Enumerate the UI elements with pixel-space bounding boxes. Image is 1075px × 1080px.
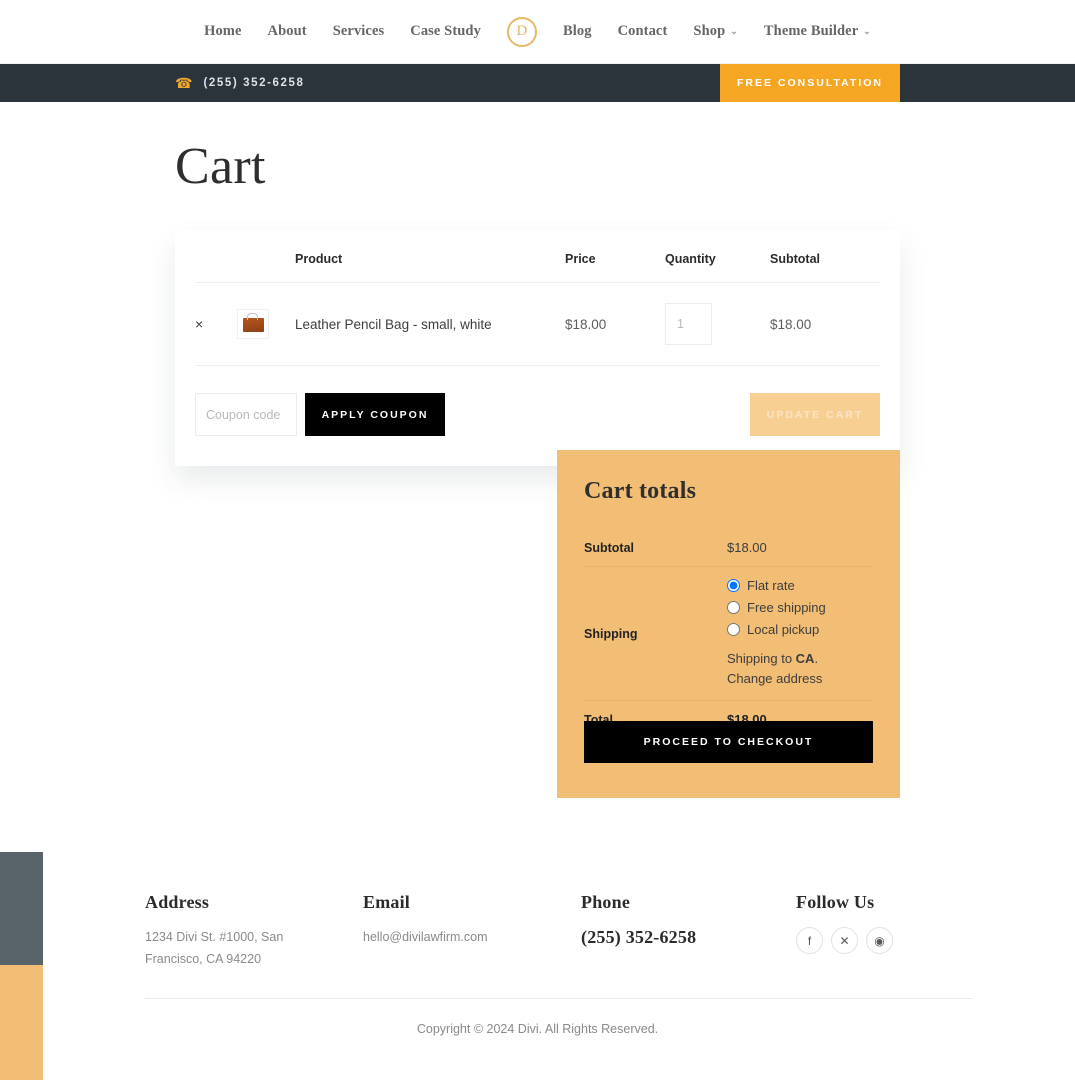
nav-item-blog[interactable]: Blog (550, 23, 605, 40)
header-subtotal: Subtotal (770, 230, 880, 283)
nav-item-services[interactable]: Services (320, 23, 398, 40)
phone-group[interactable]: ☎ (255) 352-6258 (175, 64, 305, 102)
footer-columns: Address 1234 Divi St. #1000, San Francis… (145, 892, 973, 971)
copyright-text: Copyright © 2024 Divi. All Rights Reserv… (0, 1022, 1075, 1036)
shipping-option-free-shipping-label: Free shipping (747, 600, 826, 615)
nav-list: Home About Services Case Study D Blog Co… (191, 17, 884, 47)
nav-item-shop[interactable]: Shop ⌄ (680, 23, 751, 40)
shipping-option-local-pickup[interactable]: Local pickup (727, 622, 873, 637)
shipping-label: Shipping (584, 567, 727, 701)
update-cart-button[interactable]: UPDATE CART (750, 393, 880, 436)
contact-bar: ☎ (255) 352-6258 FREE CONSULTATION (0, 64, 1075, 102)
proceed-to-checkout-button[interactable]: PROCEED TO CHECKOUT (584, 721, 873, 763)
nav-item-shop-label: Shop (693, 23, 725, 39)
cart-table-body: × Leather Pencil Bag - small, white $18.… (195, 283, 880, 366)
social-links: f ✕ ◉ (796, 927, 973, 954)
cart-table-head: Product Price Quantity Subtotal (195, 230, 880, 283)
phone-icon: ☎ (175, 76, 192, 90)
cart-page: Home About Services Case Study D Blog Co… (0, 0, 1075, 1080)
footer-email-heading: Email (363, 892, 581, 913)
shipping-radio-local-pickup[interactable] (727, 623, 740, 636)
shipping-radio-flat-rate[interactable] (727, 579, 740, 592)
free-consultation-button[interactable]: FREE CONSULTATION (720, 64, 900, 102)
change-address-link[interactable]: Change address (727, 669, 873, 689)
remove-item-icon[interactable]: × (195, 317, 203, 331)
coupon-input[interactable] (195, 393, 297, 436)
footer-social-heading: Follow Us (796, 892, 973, 913)
header-thumbnail (237, 230, 295, 283)
shipping-to-suffix: . (814, 651, 818, 666)
nav-item-case-study[interactable]: Case Study (397, 23, 494, 40)
shipping-option-flat-rate-label: Flat rate (747, 578, 795, 593)
cart-totals-panel: Cart totals Subtotal $18.00 Shipping Fla… (557, 450, 900, 798)
shipping-to-prefix: Shipping to (727, 651, 796, 666)
phone-number[interactable]: (255) 352-6258 (203, 77, 304, 89)
divi-logo-icon[interactable]: D (507, 17, 537, 47)
nav-item-contact[interactable]: Contact (605, 23, 681, 40)
subtotal-row: Subtotal $18.00 (584, 529, 873, 567)
footer-social-column: Follow Us f ✕ ◉ (796, 892, 973, 971)
nav-item-home[interactable]: Home (191, 23, 254, 40)
footer-phone-column: Phone (255) 352-6258 (581, 892, 796, 971)
nav-item-theme-builder-label: Theme Builder (764, 23, 858, 39)
subtotal-cell: $18.00 (770, 283, 880, 366)
site-footer: Address 1234 Divi St. #1000, San Francis… (0, 870, 1075, 1080)
footer-phone-value[interactable]: (255) 352-6258 (581, 927, 796, 948)
shipping-destination: Shipping to CA. Change address (727, 649, 873, 689)
shipping-radio-free-shipping[interactable] (727, 601, 740, 614)
footer-address-column: Address 1234 Divi St. #1000, San Francis… (145, 892, 363, 971)
footer-phone-heading: Phone (581, 892, 796, 913)
chevron-down-icon: ⌄ (863, 26, 871, 37)
nav-item-theme-builder[interactable]: Theme Builder ⌄ (751, 23, 884, 40)
table-row: × Leather Pencil Bag - small, white $18.… (195, 283, 880, 366)
chevron-down-icon: ⌄ (730, 26, 738, 37)
main-navigation: Home About Services Case Study D Blog Co… (0, 0, 1075, 64)
nav-item-about[interactable]: About (255, 23, 320, 40)
page-title: Cart (175, 136, 266, 198)
subtotal-value: $18.00 (727, 529, 873, 567)
cart-card: Product Price Quantity Subtotal × Leathe… (175, 230, 900, 466)
header-price: Price (565, 230, 665, 283)
footer-divider (145, 998, 973, 999)
footer-address-line2: Francisco, CA 94220 (145, 949, 363, 971)
apply-coupon-button[interactable]: APPLY COUPON (305, 393, 445, 436)
cart-table: Product Price Quantity Subtotal × Leathe… (195, 230, 880, 366)
cart-totals-table: Subtotal $18.00 Shipping Flat rate Free … (584, 529, 873, 738)
product-thumbnail[interactable] (237, 309, 269, 339)
thumbnail-cell (237, 283, 295, 366)
footer-email-value[interactable]: hello@divilawfirm.com (363, 927, 581, 949)
quantity-cell (665, 283, 770, 366)
quantity-input[interactable] (665, 303, 712, 345)
facebook-icon[interactable]: f (796, 927, 823, 954)
cart-header-row: Product Price Quantity Subtotal (195, 230, 880, 283)
instagram-icon[interactable]: ◉ (866, 927, 893, 954)
subtotal-label: Subtotal (584, 529, 727, 567)
footer-address-heading: Address (145, 892, 363, 913)
leather-bag-icon (243, 318, 264, 332)
header-product: Product (295, 230, 565, 283)
shipping-options-cell: Flat rate Free shipping Local pickup Shi… (727, 567, 873, 701)
shipping-option-free-shipping[interactable]: Free shipping (727, 600, 873, 615)
footer-email-column: Email hello@divilawfirm.com (363, 892, 581, 971)
product-name-link[interactable]: Leather Pencil Bag - small, white (295, 317, 492, 332)
x-twitter-icon[interactable]: ✕ (831, 927, 858, 954)
footer-address-line1: 1234 Divi St. #1000, San (145, 927, 363, 949)
product-cell: Leather Pencil Bag - small, white (295, 283, 565, 366)
shipping-row: Shipping Flat rate Free shipping Loca (584, 567, 873, 701)
shipping-to-region: CA (796, 651, 815, 666)
header-quantity: Quantity (665, 230, 770, 283)
shipping-option-local-pickup-label: Local pickup (747, 622, 819, 637)
price-cell: $18.00 (565, 283, 665, 366)
remove-cell: × (195, 283, 237, 366)
cart-totals-heading: Cart totals (584, 478, 873, 505)
shipping-option-flat-rate[interactable]: Flat rate (727, 578, 873, 593)
header-remove (195, 230, 237, 283)
